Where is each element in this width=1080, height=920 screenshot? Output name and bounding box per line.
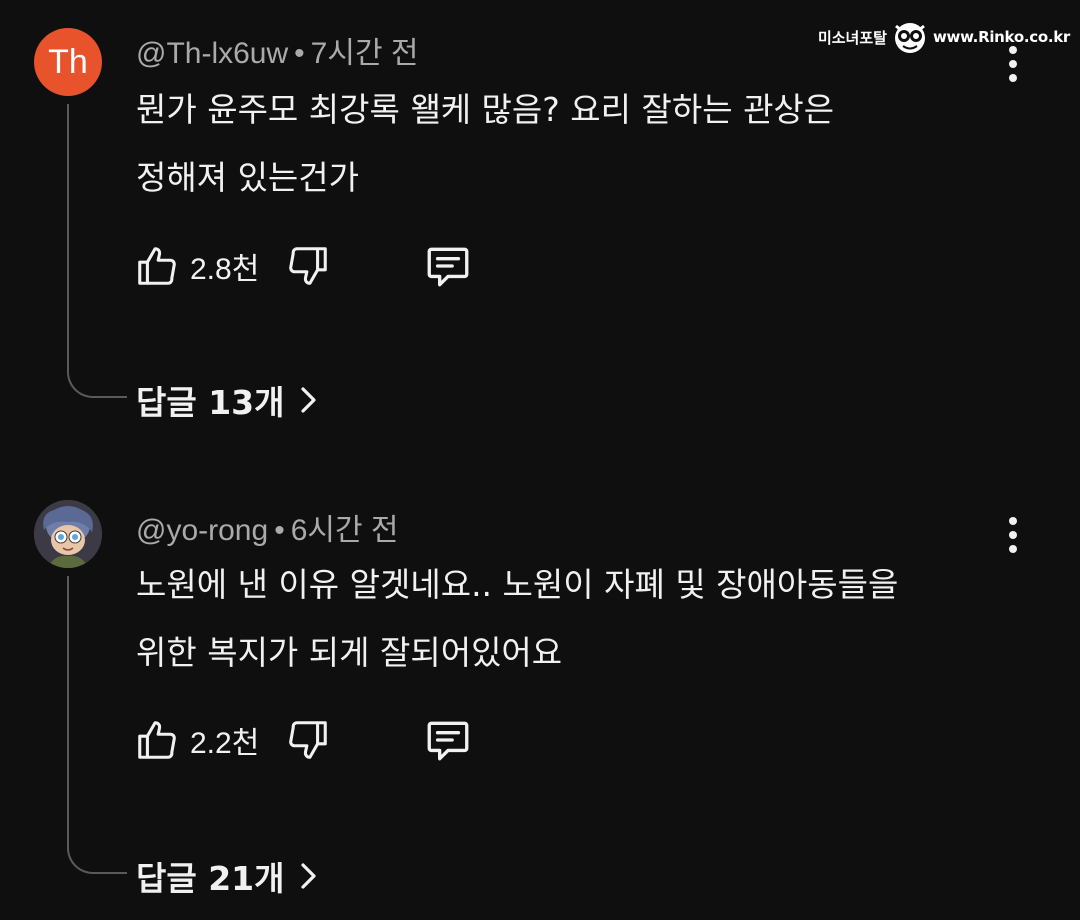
dislike-button[interactable] <box>285 717 331 763</box>
chevron-right-icon <box>300 387 316 413</box>
replies-label: 답글 13개 <box>136 383 285 422</box>
replies-label: 답글 21개 <box>136 859 285 898</box>
thumbs-up-icon <box>138 721 176 759</box>
avatar[interactable]: Th <box>34 28 102 96</box>
more-dot <box>1009 531 1017 539</box>
comment-text: 노원에 낸 이유 알겟네요.. 노원이 자폐 및 장애아동들을 위한 복지가 되… <box>136 551 996 687</box>
comment-meta: @yo-rong • 6시간 전 <box>136 505 399 549</box>
mascot-logo-icon <box>894 23 925 53</box>
separator-dot: • <box>294 37 305 70</box>
reply-thread-line <box>67 104 127 398</box>
more-vertical-icon <box>1009 46 1017 54</box>
more-dot <box>1009 74 1017 82</box>
comment-text-line: 위한 복지가 되게 잘되어있어요 <box>136 633 563 672</box>
like-button[interactable]: 2.8천 <box>134 243 259 289</box>
chevron-right-icon <box>300 863 316 889</box>
more-dot <box>1009 60 1017 68</box>
comment-text-line: 정해져 있는건가 <box>136 158 360 197</box>
author-name[interactable]: @yo-rong <box>136 514 268 547</box>
cartoon-character-avatar-icon <box>34 500 102 568</box>
author-name[interactable]: @Th-lx6uw <box>136 37 288 70</box>
dislike-button[interactable] <box>285 243 331 289</box>
comment-bubble-icon <box>427 721 469 761</box>
more-dot <box>1009 545 1017 553</box>
more-options-button[interactable] <box>996 42 1030 86</box>
comment-actions: 2.2천 <box>134 712 473 768</box>
comment-bubble-icon <box>427 247 469 287</box>
reply-button[interactable] <box>423 715 473 765</box>
thumbs-down-icon <box>289 721 328 759</box>
comment-time: 6시간 전 <box>290 514 399 547</box>
like-count: 2.8천 <box>190 253 260 286</box>
reply-button[interactable] <box>423 241 473 291</box>
thumbs-up-icon <box>138 247 176 285</box>
more-vertical-icon <box>1009 517 1017 525</box>
comment-meta: @Th-lx6uw • 7시간 전 <box>136 28 419 72</box>
reply-thread-line <box>67 576 127 874</box>
watermark-brand: 미소녀포탈 <box>817 28 887 47</box>
separator-dot: • <box>274 514 285 547</box>
comment-text: 뭔가 윤주모 최강록 왤케 많음? 요리 잘하는 관상은 정해져 있는건가 <box>136 76 996 212</box>
comment-time: 7시간 전 <box>310 37 419 70</box>
comment-text-line: 뭔가 윤주모 최강록 왤케 많음? 요리 잘하는 관상은 <box>136 90 835 129</box>
like-button[interactable]: 2.2천 <box>134 717 259 763</box>
more-options-button[interactable] <box>996 513 1030 557</box>
watermark: 미소녀포탈 www.Rinko.co.kr <box>818 18 1070 56</box>
avatar-initials: Th <box>48 42 88 81</box>
comment-actions: 2.8천 <box>134 238 473 294</box>
like-count: 2.2천 <box>190 727 260 760</box>
view-replies-button[interactable]: 답글 21개 <box>136 852 319 900</box>
avatar[interactable] <box>34 500 102 568</box>
thumbs-down-icon <box>289 247 328 285</box>
comment-text-line: 노원에 낸 이유 알겟네요.. 노원이 자폐 및 장애아동들을 <box>136 565 899 604</box>
view-replies-button[interactable]: 답글 13개 <box>136 376 319 424</box>
